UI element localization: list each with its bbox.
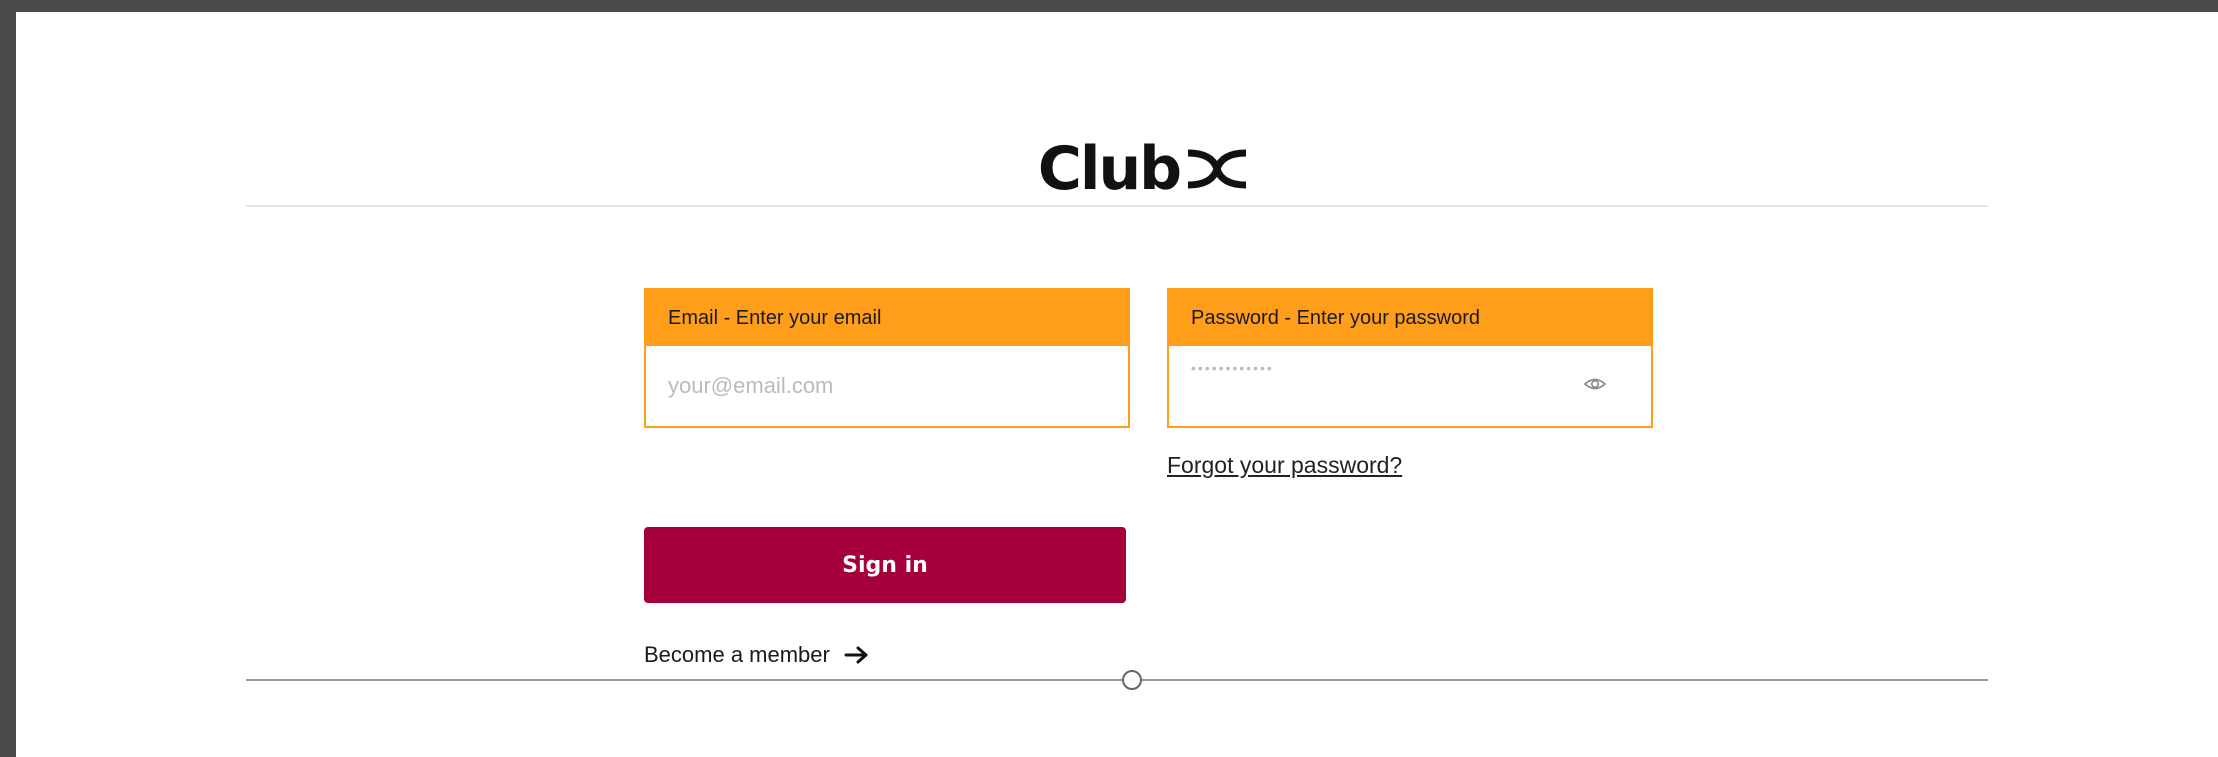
bottom-divider xyxy=(246,679,1988,681)
eye-icon[interactable] xyxy=(1583,372,1607,396)
clubx-logo[interactable]: Club xyxy=(1024,129,1264,209)
password-field[interactable]: Password - Enter your password xyxy=(1167,288,1653,428)
password-input[interactable] xyxy=(1169,346,1651,390)
arrow-right-icon xyxy=(844,646,868,664)
become-member-label: Become a member xyxy=(644,642,830,667)
email-input[interactable] xyxy=(646,346,1128,426)
email-label: Email - Enter your email xyxy=(646,290,1128,346)
login-page: Club Email - Enter your email Password -… xyxy=(16,12,2218,757)
header-divider xyxy=(246,205,1988,207)
divider-handle[interactable] xyxy=(1122,670,1142,690)
logo-text: Club xyxy=(1037,134,1182,204)
logo-x-mark xyxy=(1188,149,1247,189)
email-field[interactable]: Email - Enter your email xyxy=(644,288,1130,428)
become-member-link[interactable]: Become a member xyxy=(644,642,870,668)
forgot-password-link[interactable]: Forgot your password? xyxy=(1167,452,1402,479)
password-label: Password - Enter your password xyxy=(1169,290,1651,346)
sign-in-button[interactable]: Sign in xyxy=(644,527,1126,603)
